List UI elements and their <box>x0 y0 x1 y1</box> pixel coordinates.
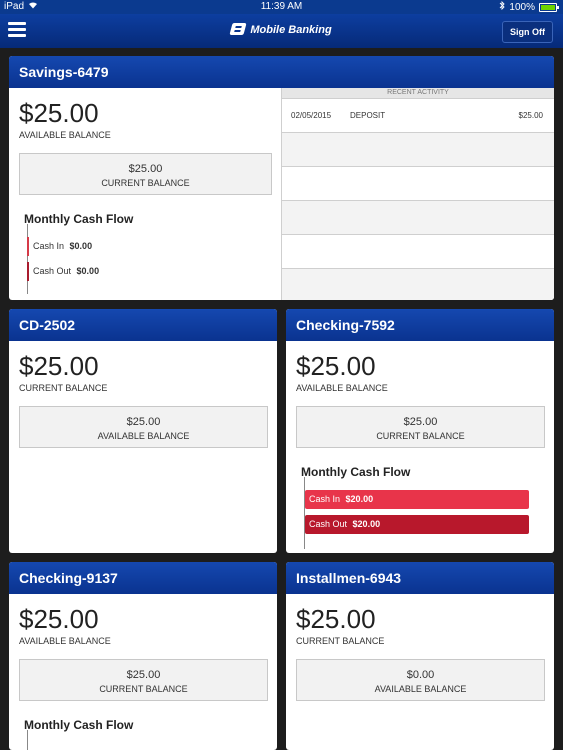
current-balance-value: $25.00 <box>128 163 163 175</box>
bluetooth-icon <box>499 0 506 13</box>
empty-transaction-row <box>282 269 554 300</box>
empty-transaction-row <box>282 167 554 201</box>
account-title[interactable]: Checking-9137 <box>9 562 277 594</box>
empty-transaction-row <box>282 201 554 235</box>
available-balance-label: AVAILABLE BALANCE <box>97 431 190 441</box>
available-balance-value: $0.00 <box>406 669 435 681</box>
cash-out-value: $0.00 <box>76 266 100 276</box>
account-card-checking-9137[interactable]: Checking-9137 $25.00 AVAILABLE BALANCE $… <box>9 562 277 750</box>
account-card-savings[interactable]: Savings-6479 $25.00 AVAILABLE BALANCE $2… <box>9 56 554 300</box>
account-title[interactable]: Installmen-6943 <box>286 562 554 594</box>
current-balance-box: $25.00 CURRENT BALANCE <box>296 406 545 448</box>
empty-transaction-row <box>282 133 554 167</box>
available-balance-value: $25.00 <box>296 351 376 381</box>
cash-in-value: $0.00 <box>69 241 93 251</box>
status-time: 11:39 AM <box>260 1 303 12</box>
recent-activity-panel: RECENT ACTIVITY 02/05/2015 DEPOSIT $25.0… <box>281 88 554 300</box>
transaction-description: DEPOSIT <box>350 111 386 120</box>
available-balance-value: $25.00 <box>19 604 99 634</box>
transaction-date: 02/05/2015 <box>291 111 332 120</box>
available-balance-label: AVAILABLE BALANCE <box>296 383 388 393</box>
cash-flow-title: Monthly Cash Flow <box>24 212 134 226</box>
cash-in-label: Cash In <box>309 494 341 504</box>
current-balance-label: CURRENT BALANCE <box>296 636 385 646</box>
status-bar: iPad 11:39 AM 100% <box>0 0 563 14</box>
available-balance-label: AVAILABLE BALANCE <box>19 130 111 140</box>
current-balance-value: $25.00 <box>126 669 161 681</box>
cash-flow-title: Monthly Cash Flow <box>24 718 134 732</box>
current-balance-value: $25.00 <box>19 351 99 381</box>
cash-in-row: Cash In $0.00 <box>27 237 92 256</box>
empty-transaction-row <box>282 235 554 269</box>
recent-activity-title: RECENT ACTIVITY <box>282 88 554 99</box>
current-balance-label: CURRENT BALANCE <box>376 431 465 441</box>
current-balance-label: CURRENT BALANCE <box>19 383 108 393</box>
current-balance-label: CURRENT BALANCE <box>101 178 190 188</box>
account-title[interactable]: Checking-7592 <box>286 309 554 341</box>
nav-bar: Mobile Banking Sign Off <box>0 14 563 48</box>
cash-in-bar: Cash In $20.00 <box>305 490 529 509</box>
cash-out-label: Cash Out <box>309 519 348 529</box>
cash-out-label: Cash Out <box>33 266 72 276</box>
available-balance-box: $25.00 AVAILABLE BALANCE <box>19 406 268 448</box>
transaction-amount: $25.00 <box>518 111 543 120</box>
battery-icon <box>539 2 559 12</box>
current-balance-box: $25.00 CURRENT BALANCE <box>19 153 272 195</box>
current-balance-value: $25.00 <box>403 416 438 428</box>
available-balance-label: AVAILABLE BALANCE <box>19 636 111 646</box>
cash-in-label: Cash In <box>33 241 65 251</box>
account-card-checking-7592[interactable]: Checking-7592 $25.00 AVAILABLE BALANCE $… <box>286 309 554 553</box>
cash-out-bar: Cash Out $20.00 <box>305 515 529 534</box>
account-title[interactable]: Savings-6479 <box>9 56 554 88</box>
cash-flow-axis <box>27 730 28 750</box>
transaction-row[interactable]: 02/05/2015 DEPOSIT $25.00 <box>282 99 554 133</box>
app-title-text: Mobile Banking <box>250 24 332 36</box>
bank-logo-icon <box>229 23 247 35</box>
current-balance-label: CURRENT BALANCE <box>99 684 188 694</box>
current-balance-box: $25.00 CURRENT BALANCE <box>19 659 268 701</box>
app-title: Mobile Banking <box>0 23 563 36</box>
battery-percent: 100% <box>509 1 535 13</box>
cash-flow-axis <box>27 224 28 294</box>
cash-in-value: $20.00 <box>345 494 374 504</box>
available-balance-value: $25.00 <box>126 416 161 428</box>
account-card-installment[interactable]: Installmen-6943 $25.00 CURRENT BALANCE $… <box>286 562 554 750</box>
current-balance-value: $25.00 <box>296 604 376 634</box>
account-title[interactable]: CD-2502 <box>9 309 277 341</box>
available-balance-box: $0.00 AVAILABLE BALANCE <box>296 659 545 701</box>
available-balance-value: $25.00 <box>19 98 99 128</box>
cash-flow-axis <box>304 477 305 549</box>
available-balance-label: AVAILABLE BALANCE <box>374 684 467 694</box>
cash-out-row: Cash Out $0.00 <box>27 262 99 281</box>
account-card-cd[interactable]: CD-2502 $25.00 CURRENT BALANCE $25.00 AV… <box>9 309 277 553</box>
cash-flow-title: Monthly Cash Flow <box>301 465 411 479</box>
sign-off-button[interactable]: Sign Off <box>502 21 553 43</box>
cash-out-value: $20.00 <box>352 519 381 529</box>
